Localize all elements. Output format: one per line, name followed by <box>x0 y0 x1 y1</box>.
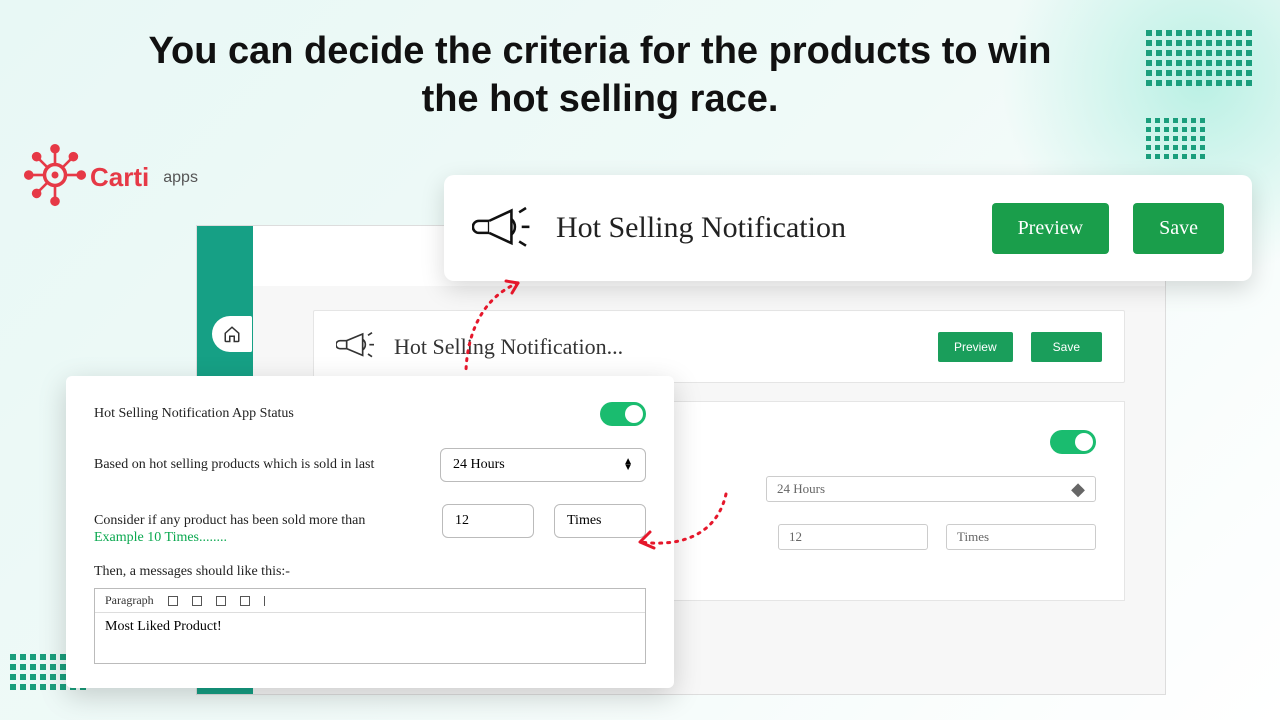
editor-toolbar: Paragraph <box>95 589 645 613</box>
app-title-card: Hot Selling Notification... Preview Save <box>313 310 1125 383</box>
duration-value: 24 Hours <box>453 457 505 473</box>
message-label: Then, a messages should like this:- <box>94 564 646 580</box>
count-input[interactable]: 12 <box>442 504 534 538</box>
brand-name: Carti <box>90 162 149 193</box>
duration-select-bg-value: 24 Hours <box>777 481 825 497</box>
sidebar-home-button[interactable] <box>212 316 252 352</box>
toolbar-btn-2[interactable] <box>192 596 202 606</box>
message-editor: Paragraph Most Liked Product! <box>94 588 646 664</box>
caret-icon: ◆ <box>1071 484 1085 494</box>
brand-logo: Carti apps <box>20 140 198 215</box>
format-dropdown[interactable]: Paragraph <box>105 593 154 608</box>
status-toggle-bg[interactable] <box>1050 430 1096 454</box>
count-input-bg[interactable]: 12 <box>778 524 928 550</box>
consider-label: Consider if any product has been sold mo… <box>94 513 365 529</box>
preview-button-small[interactable]: Preview <box>938 332 1013 362</box>
unit-label-bg: Times <box>946 524 1096 550</box>
brand-suffix: apps <box>163 169 198 187</box>
toolbar-btn-3[interactable] <box>216 596 226 606</box>
save-button-small[interactable]: Save <box>1031 332 1102 362</box>
hero-title: Hot Selling Notification <box>556 211 968 245</box>
settings-card: Hot Selling Notification App Status Base… <box>66 376 674 688</box>
page-headline: You can decide the criteria for the prod… <box>140 28 1060 123</box>
carti-logo-icon <box>20 140 90 215</box>
hero-card: Hot Selling Notification Preview Save <box>444 175 1252 281</box>
status-toggle[interactable] <box>600 402 646 426</box>
save-button[interactable]: Save <box>1133 203 1224 254</box>
based-on-label: Based on hot selling products which is s… <box>94 457 374 473</box>
duration-select[interactable]: 24 Hours ▲▼ <box>440 448 646 482</box>
status-label: Hot Selling Notification App Status <box>94 406 294 422</box>
toolbar-btn-1[interactable] <box>168 596 178 606</box>
select-caret-icon: ▲▼ <box>623 459 633 471</box>
duration-select-bg[interactable]: 24 Hours ◆ <box>766 476 1096 502</box>
unit-label: Times <box>554 504 646 538</box>
toolbar-btn-4[interactable] <box>240 596 250 606</box>
megaphone-icon <box>336 327 376 366</box>
home-icon <box>223 325 241 343</box>
app-card-title: Hot Selling Notification... <box>394 334 920 360</box>
preview-button[interactable]: Preview <box>992 203 1110 254</box>
editor-content[interactable]: Most Liked Product! <box>95 613 645 663</box>
megaphone-icon <box>472 199 532 258</box>
decorative-dots-top <box>1146 30 1252 86</box>
toolbar-btn-5[interactable] <box>264 596 274 606</box>
decorative-dots-mini <box>1146 118 1205 159</box>
